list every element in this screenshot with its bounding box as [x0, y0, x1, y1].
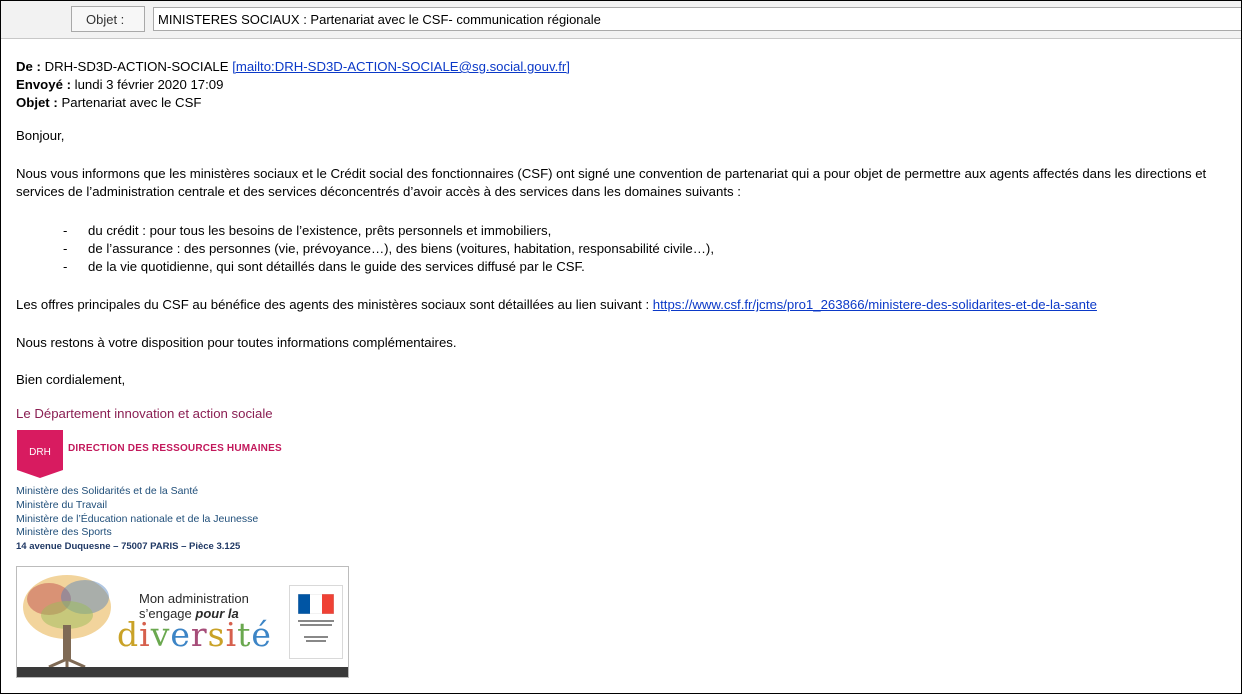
- banner-diversity-word: diversité: [117, 615, 272, 654]
- subject-line: Objet : Partenariat avec le CSF: [16, 94, 1231, 112]
- subject-label-button[interactable]: Objet :: [71, 6, 145, 32]
- drh-title: DIRECTION DES RESSOURCES HUMAINES: [68, 443, 282, 454]
- ministry-line: Ministère du Travail: [16, 499, 108, 511]
- greeting: Bonjour,: [16, 128, 65, 143]
- closing: Bien cordialement,: [16, 372, 126, 387]
- diversity-letter: e: [170, 615, 191, 654]
- from-line: De : DRH-SD3D-ACTION-SOCIALE [mailto:DRH…: [16, 58, 1231, 76]
- subject-label: Objet :: [16, 95, 58, 110]
- marianne-flag-icon: [298, 594, 334, 614]
- marianne-caption-icon: [298, 620, 334, 642]
- republique-francaise-logo: [289, 585, 343, 659]
- list-item-text: de l’assurance : des personnes (vie, pré…: [88, 241, 714, 256]
- offers-text: Les offres principales du CSF au bénéfic…: [16, 297, 653, 312]
- disposition-paragraph: Nous restons à votre disposition pour to…: [16, 335, 457, 350]
- list-item-text: de la vie quotidienne, qui sont détaillé…: [88, 259, 585, 274]
- offers-paragraph: Les offres principales du CSF au bénéfic…: [16, 296, 1231, 314]
- sent-value: lundi 3 février 2020 17:09: [74, 77, 224, 92]
- csf-offers-link[interactable]: https://www.csf.fr/jcms/pro1_263866/mini…: [653, 297, 1097, 312]
- diversity-letter: v: [150, 615, 171, 654]
- diversity-letter: i: [225, 615, 238, 654]
- list-dash: -: [63, 259, 68, 274]
- subject-field[interactable]: MINISTERES SOCIAUX : Partenariat avec le…: [153, 7, 1241, 31]
- word-tree-icon: [23, 575, 111, 669]
- message-meta: De : DRH-SD3D-ACTION-SOCIALE [mailto:DRH…: [16, 58, 1231, 112]
- list-item: - de la vie quotidienne, qui sont détaill…: [16, 258, 714, 276]
- email-window: Objet : MINISTERES SOCIAUX : Partenariat…: [0, 0, 1242, 694]
- list-dash: -: [63, 223, 68, 238]
- intro-paragraph: Nous vous informons que les ministères s…: [16, 166, 1207, 199]
- drh-logo-icon: DRH: [17, 430, 63, 478]
- diversity-letter: r: [190, 615, 208, 654]
- sent-label: Envoyé :: [16, 77, 71, 92]
- diversity-letter: i: [139, 615, 151, 654]
- ministry-line: Ministère des Solidarités et de la Santé: [16, 485, 199, 497]
- sent-line: Envoyé : lundi 3 février 2020 17:09: [16, 76, 1231, 94]
- diversity-letter: é: [251, 615, 272, 654]
- email-header-bar: Objet : MINISTERES SOCIAUX : Partenariat…: [1, 1, 1241, 39]
- from-label: De :: [16, 59, 41, 74]
- diversity-banner: Mon administration s’engage pour la dive…: [16, 566, 349, 678]
- list-dash: -: [63, 241, 68, 256]
- ministry-line: Ministère de l’Éducation nationale et de…: [16, 513, 259, 525]
- diversity-letter: d: [117, 615, 140, 654]
- signature-address: 14 avenue Duquesne – 75007 PARIS – Pièce…: [16, 541, 241, 552]
- domains-list: - du crédit : pour tous les besoins de l’…: [16, 222, 714, 276]
- list-item-text: du crédit : pour tous les besoins de l’e…: [88, 223, 552, 238]
- drh-badge-text: DRH: [29, 447, 51, 458]
- list-item: - du crédit : pour tous les besoins de l’…: [16, 222, 714, 240]
- from-mailto-link[interactable]: [mailto:DRH-SD3D-ACTION-SOCIALE@sg.socia…: [232, 59, 570, 74]
- ministry-line: Ministère des Sports: [16, 526, 112, 538]
- from-value: DRH-SD3D-ACTION-SOCIALE: [44, 59, 229, 74]
- banner-line1: Mon administration: [139, 591, 249, 606]
- diversity-letter: s: [207, 615, 226, 654]
- signature-department: Le Département innovation et action soci…: [16, 406, 273, 421]
- diversity-letter: t: [237, 615, 252, 654]
- list-item: - de l’assurance : des personnes (vie, pr…: [16, 240, 714, 258]
- subject-value: Partenariat avec le CSF: [61, 95, 202, 110]
- banner-bottom-bar: [17, 667, 348, 677]
